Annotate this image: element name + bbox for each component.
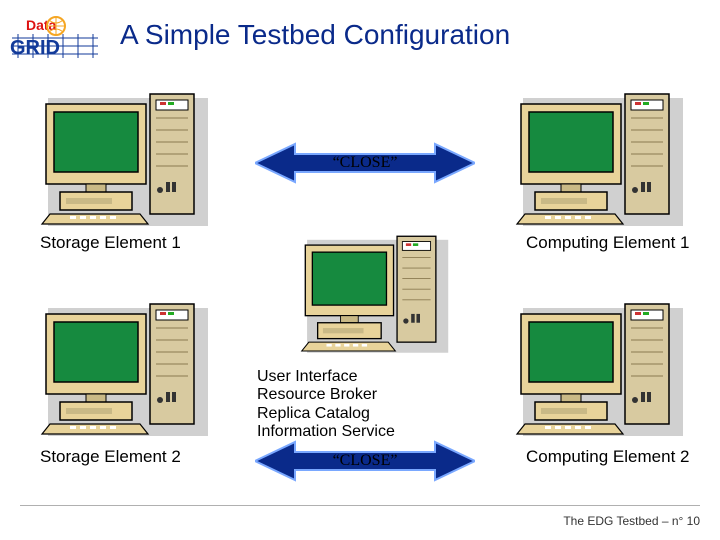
logo-text-bottom: GRID xyxy=(10,37,60,59)
close-arrow-bottom-label: “CLOSE” xyxy=(255,440,475,482)
center-service-item: Resource Broker xyxy=(257,386,395,404)
computing-element-2-computer xyxy=(515,300,685,440)
computing-element-2-label: Computing Element 2 xyxy=(526,448,689,467)
close-relation-arrow-top: “CLOSE” xyxy=(255,142,475,184)
footer-divider xyxy=(20,505,700,506)
storage-element-2-computer xyxy=(40,300,210,440)
computing-element-1-label: Computing Element 1 xyxy=(526,234,689,253)
center-services-list: User Interface Resource Broker Replica C… xyxy=(257,368,395,442)
datagrid-logo: Data GRID xyxy=(8,14,108,62)
storage-element-2-label: Storage Element 2 xyxy=(40,448,181,467)
footer-text: The EDG Testbed – n° 10 xyxy=(563,514,700,528)
center-service-item: User Interface xyxy=(257,368,395,386)
computing-element-1-computer xyxy=(515,90,685,230)
storage-element-1-computer xyxy=(40,90,210,230)
close-relation-arrow-bottom: “CLOSE” xyxy=(255,440,475,482)
storage-element-1-label: Storage Element 1 xyxy=(40,234,181,253)
close-arrow-top-label: “CLOSE” xyxy=(255,142,475,184)
center-services-computer xyxy=(300,232,450,357)
logo-text-top: Data xyxy=(26,17,57,33)
center-service-item: Replica Catalog xyxy=(257,405,395,423)
slide-title: A Simple Testbed Configuration xyxy=(120,18,690,52)
center-service-item: Information Service xyxy=(257,423,395,441)
